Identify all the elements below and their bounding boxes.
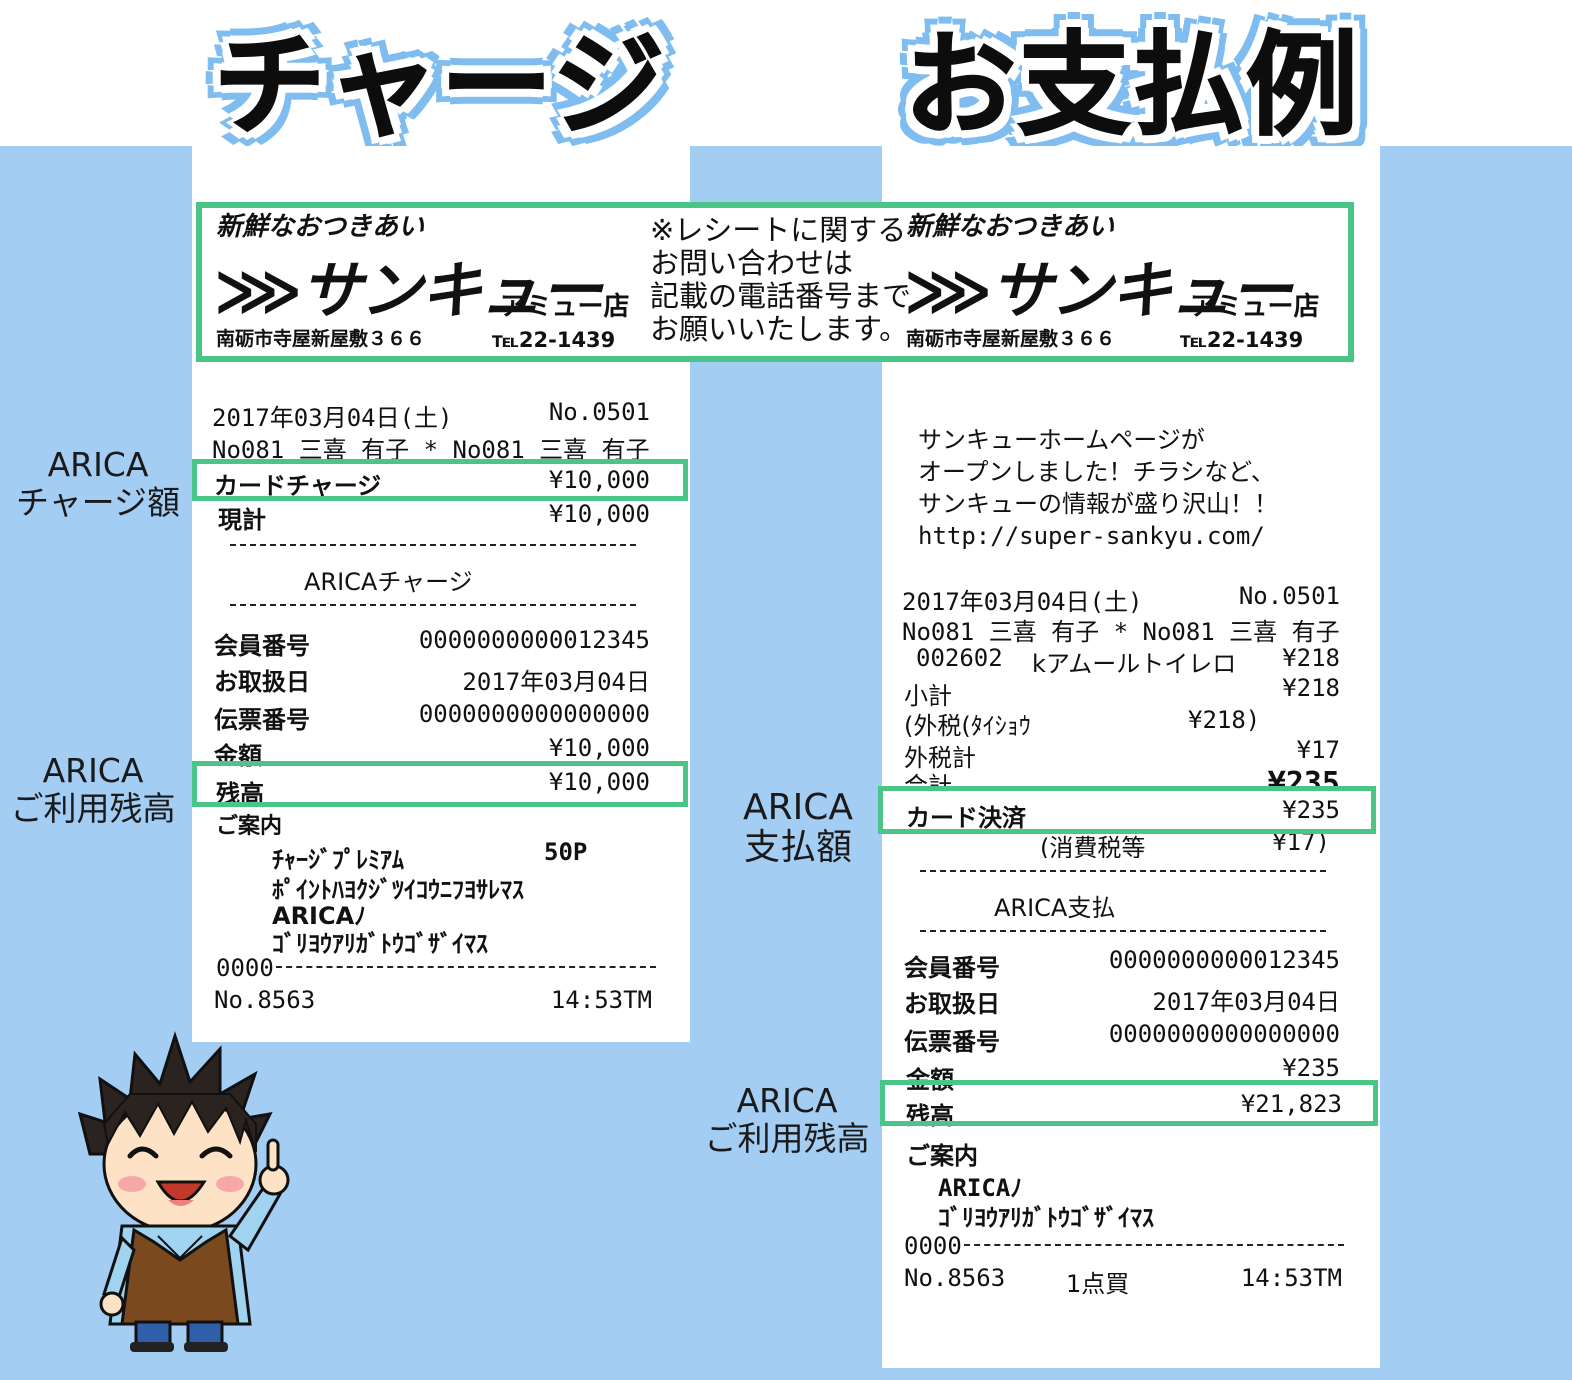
payment-amount-side-label: ARICA 支払額: [740, 788, 856, 868]
slip-number-label: 伝票番号: [214, 706, 310, 734]
consumption-tax-row: (消費税等 ¥17): [1030, 834, 1340, 858]
receipt-date: 2017年03月04日(土): [212, 404, 453, 432]
notice-line: お問い合わせは: [650, 246, 854, 280]
promo-line: オープンしました！チラシなど、: [918, 458, 1275, 486]
notice-line: お願いいたします。: [650, 312, 909, 346]
side-label-line: ARICA: [47, 445, 149, 484]
logo-leaf-icon: ⋙: [214, 254, 302, 327]
store-tel: ℡22-1439: [492, 328, 616, 352]
member-number-value: 0000000000012345: [418, 626, 650, 654]
payment-balance-highlight: [880, 1080, 1378, 1126]
store-address: 南砺市寺屋新屋敷３６６: [906, 328, 1116, 350]
payment-amount-highlight: [878, 786, 1376, 834]
consumption-tax-label: (消費税等: [1040, 834, 1146, 858]
footer-time: 14:53TM: [550, 986, 652, 1014]
charge-amount-side-label: ARICA チャージ額: [0, 446, 196, 522]
payment-example-heading: お支払例: [903, 20, 1360, 152]
member-number-label: 会員番号: [904, 954, 1000, 982]
divider: [230, 604, 636, 606]
divider: [230, 544, 636, 546]
promo-message: サンキューホームページが オープンしました！チラシなど、 サンキューの情報が盛り…: [918, 424, 1278, 552]
promo-url: http://super-sankyu.com/: [918, 522, 1265, 550]
member-number-value: 0000000000012345: [1108, 946, 1340, 974]
guide-line: ｺﾞﾘﾖｳｱﾘｶﾞﾄｳｺﾞｻﾞｲﾏｽ: [938, 1204, 1154, 1232]
side-label-line: ARICA: [742, 787, 854, 828]
side-label-line: チャージ額: [15, 483, 180, 522]
side-label-line: 支払額: [743, 827, 852, 868]
premium-points: 50P: [544, 838, 588, 866]
total-label: 合計: [904, 772, 952, 786]
divider: [920, 930, 1326, 932]
footer-code: 0000: [904, 1232, 962, 1260]
side-label-line: ARICA: [42, 751, 144, 790]
guide-line: ｺﾞﾘﾖｳｱﾘｶﾞﾄｳｺﾞｻﾞｲﾏｽ: [272, 930, 488, 958]
guide-label: ご案内: [906, 1142, 978, 1170]
footer-count: 1点買: [1066, 1270, 1130, 1298]
notice-line: 記載の電話番号まで: [650, 279, 912, 313]
store-branch: アミュー店: [1190, 292, 1320, 322]
total-row-clipped: 合計 ¥235: [896, 764, 1356, 786]
side-label-line: ARICA: [736, 1081, 838, 1120]
payment-balance-side-label: ARICA ご利用残高: [700, 1082, 874, 1158]
amount-value: ¥10,000: [548, 734, 650, 762]
charge-balance-highlight: [192, 761, 688, 807]
charge-amount-highlight: [192, 459, 688, 501]
receipt-inquiry-notice: ※レシートに関する お問い合わせは 記載の電話番号まで お願いいたします。: [650, 214, 911, 346]
divider: [964, 1244, 1344, 1246]
store-tagline: 新鮮なおつきあい: [906, 212, 1115, 242]
store-address: 南砺市寺屋新屋敷３６６: [216, 328, 426, 350]
receipt-number: No.0501: [548, 398, 650, 426]
consumption-tax-value: ¥17): [1272, 834, 1330, 856]
side-label-line: ご利用残高: [10, 789, 176, 828]
divider: [920, 870, 1326, 872]
footer-time: 14:53TM: [1240, 1264, 1342, 1292]
handling-date-label: お取扱日: [904, 990, 1000, 1018]
promo-line: サンキューホームページが: [918, 426, 1205, 454]
store-branch: アミュー店: [500, 292, 630, 322]
section-title: ARICA支払: [994, 894, 1116, 922]
item-name: kアムールトイレロ: [1032, 650, 1237, 678]
mascot-illustration: [77, 1031, 290, 1352]
tax-base-value: ¥218): [1188, 706, 1261, 734]
item-price: ¥218: [1282, 644, 1340, 672]
total-value: ¥235: [1267, 766, 1340, 786]
footer-number: No.8563: [904, 1264, 1006, 1292]
store-tagline: 新鮮なおつきあい: [216, 212, 425, 242]
tax-base-label: (外税(ﾀｲｼｮｳ: [904, 712, 1031, 740]
tax-value: ¥17: [1296, 736, 1340, 764]
footer-number: No.8563: [214, 986, 316, 1014]
charge-example-heading: チャージ例: [213, 20, 667, 288]
subtotal-value: ¥218: [1282, 674, 1340, 702]
charge-balance-side-label: ARICA ご利用残高: [0, 752, 186, 828]
slip-number-value: 0000000000000000: [1108, 1020, 1340, 1048]
notice-line: ※レシートに関する: [650, 213, 907, 247]
handling-date-label: お取扱日: [214, 668, 310, 696]
store-tel: ℡22-1439: [1180, 328, 1304, 352]
total-label: 現計: [218, 506, 266, 534]
member-number-label: 会員番号: [214, 632, 310, 660]
amount-value: ¥235: [1282, 1054, 1340, 1082]
divider: [276, 966, 656, 968]
handling-date-value: 2017年03月04日: [462, 668, 650, 696]
slip-number-value: 0000000000000000: [418, 700, 650, 728]
side-label-line: ご利用残高: [704, 1119, 870, 1158]
promo-line: サンキューの情報が盛り沢山！！: [918, 490, 1278, 518]
guide-label: ご案内: [216, 814, 283, 839]
footer-code: 0000: [216, 954, 274, 982]
receipt-number: No.0501: [1238, 582, 1340, 610]
handling-date-value: 2017年03月04日: [1152, 988, 1340, 1016]
total-value: ¥10,000: [548, 500, 650, 528]
logo-leaf-icon: ⋙: [904, 254, 992, 327]
item-code: 002602: [916, 644, 1003, 672]
slip-number-label: 伝票番号: [904, 1028, 1000, 1056]
section-title: ARICAチャージ: [304, 568, 473, 596]
receipt-clerk: No081 三喜 有子 * No081 三喜 有子: [902, 618, 1340, 646]
